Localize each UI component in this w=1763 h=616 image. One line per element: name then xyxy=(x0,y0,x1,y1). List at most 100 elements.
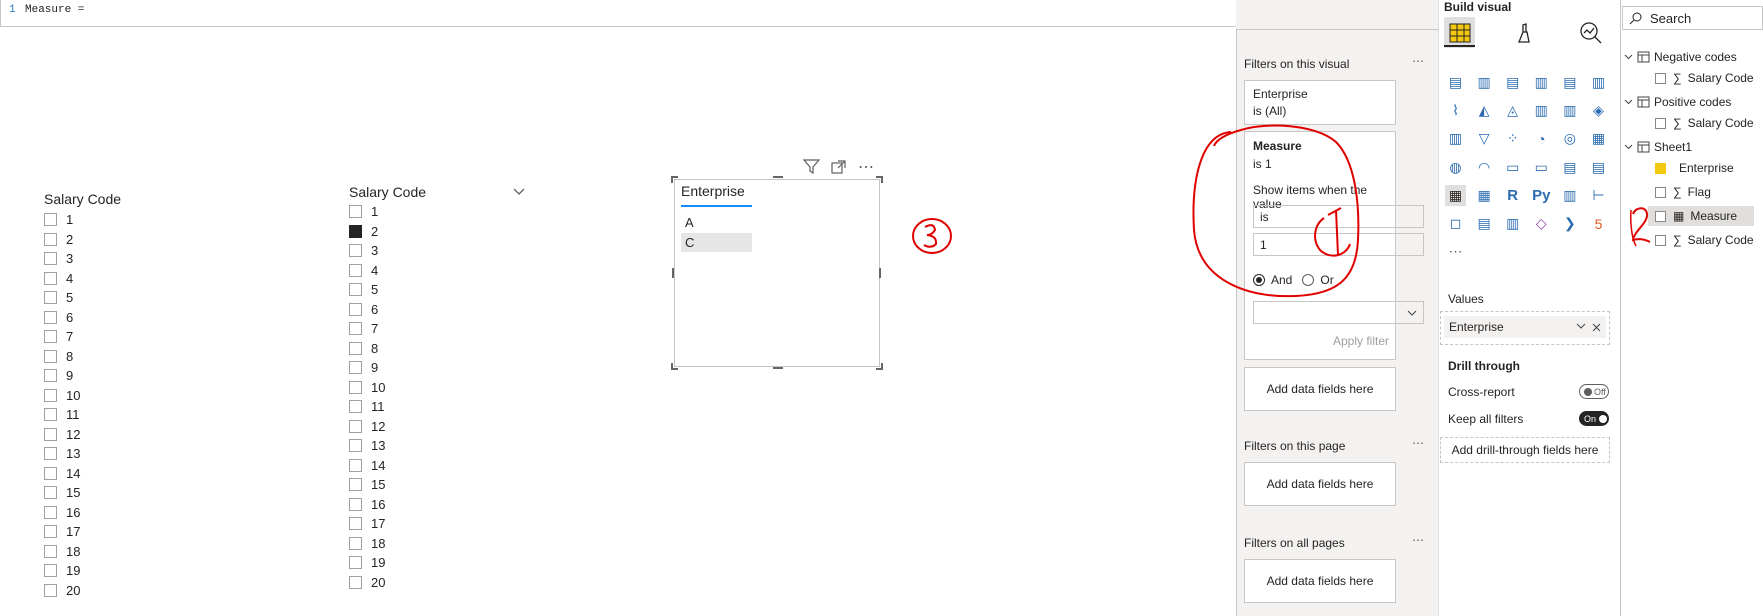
line-column-icon[interactable]: ▥ xyxy=(1531,100,1552,121)
slicer-checkbox[interactable] xyxy=(349,205,362,219)
slicer-item[interactable]: 7 xyxy=(44,327,121,347)
enterprise-filter-card[interactable]: Enterprise is (All) xyxy=(1244,80,1396,125)
funnel-icon[interactable]: ▽ xyxy=(1474,128,1495,149)
field-item[interactable]: ∑ Salary Code xyxy=(1655,68,1754,88)
slicer-item[interactable]: 9 xyxy=(349,358,525,378)
slicer-checkbox[interactable] xyxy=(44,310,57,324)
slicer-item[interactable]: 2 xyxy=(349,222,525,242)
clustered-bar-icon[interactable]: ▤ xyxy=(1502,72,1523,93)
line-icon[interactable]: ⌇ xyxy=(1445,100,1466,121)
table-node[interactable]: Positive codes xyxy=(1624,92,1731,112)
slicer-checkbox[interactable] xyxy=(349,419,362,433)
slicer-item[interactable]: 16 xyxy=(349,495,525,515)
slicer-checkbox[interactable] xyxy=(44,466,57,480)
kpi-icon[interactable]: ▤ xyxy=(1559,157,1580,178)
slicer-item[interactable]: 5 xyxy=(349,280,525,300)
slicer-item[interactable]: 15 xyxy=(349,475,525,495)
slicer-item[interactable]: 6 xyxy=(44,308,121,328)
slicer-item[interactable]: 12 xyxy=(44,425,121,445)
python-visual-icon[interactable]: Py xyxy=(1531,185,1552,206)
field-checkbox[interactable] xyxy=(1655,72,1666,84)
slicer-checkbox[interactable] xyxy=(349,224,362,238)
slicer-checkbox[interactable] xyxy=(44,252,57,266)
slicer-item[interactable]: 19 xyxy=(349,553,525,573)
slicer-item[interactable]: 4 xyxy=(44,269,121,289)
field-checkbox[interactable] xyxy=(1655,117,1666,129)
clustered-column-icon[interactable]: ▥ xyxy=(1531,72,1552,93)
slicer-checkbox[interactable] xyxy=(44,427,57,441)
slicer-item[interactable]: 7 xyxy=(349,319,525,339)
slicer-checkbox[interactable] xyxy=(349,556,362,570)
slicer-checkbox[interactable] xyxy=(44,505,57,519)
card-icon[interactable]: ▭ xyxy=(1502,157,1523,178)
slicer-checkbox[interactable] xyxy=(44,369,57,383)
slicer-checkbox[interactable] xyxy=(44,583,57,597)
table-icon[interactable]: ▦ xyxy=(1445,184,1466,206)
slicer-checkbox[interactable] xyxy=(44,271,57,285)
resize-handle[interactable] xyxy=(876,176,883,183)
slicer-item[interactable]: 2 xyxy=(44,230,121,250)
slicer-checkbox[interactable] xyxy=(349,517,362,531)
slicer-checkbox[interactable] xyxy=(349,341,362,355)
narrative-icon[interactable]: ▤ xyxy=(1474,213,1495,234)
slicer-checkbox[interactable] xyxy=(44,388,57,402)
slicer-item[interactable]: 18 xyxy=(349,534,525,554)
treemap-icon[interactable]: ▦ xyxy=(1588,128,1609,149)
field-checkbox[interactable] xyxy=(1655,210,1666,222)
gauge-icon[interactable]: ◠ xyxy=(1474,157,1495,178)
close-icon[interactable] xyxy=(1592,323,1601,332)
field-item[interactable]: ∑ Salary Code xyxy=(1655,230,1754,250)
pie-icon[interactable]: ◔ xyxy=(1531,128,1552,149)
slicer-checkbox[interactable] xyxy=(349,439,362,453)
keep-filters-toggle[interactable]: On xyxy=(1579,411,1609,426)
field-item[interactable]: ▦ Measure xyxy=(1648,206,1754,226)
slicer-checkbox[interactable] xyxy=(44,564,57,578)
slicer-checkbox[interactable] xyxy=(44,486,57,500)
r-visual-icon[interactable]: R xyxy=(1502,185,1523,206)
key-influencers-icon[interactable]: ▥ xyxy=(1559,185,1580,206)
search-box[interactable]: Search xyxy=(1622,6,1763,30)
slicer-icon[interactable]: ▤ xyxy=(1588,157,1609,178)
more-options-icon[interactable]: ⋯ xyxy=(1412,436,1425,450)
field-checkbox[interactable] xyxy=(1655,234,1666,246)
slicer-item[interactable]: 1 xyxy=(349,202,525,222)
field-item[interactable]: ∑ Flag xyxy=(1655,182,1711,202)
slicer-checkbox[interactable] xyxy=(349,400,362,414)
slicer-item[interactable]: 8 xyxy=(349,339,525,359)
slicer-checkbox[interactable] xyxy=(349,263,362,277)
resize-handle[interactable] xyxy=(879,268,881,278)
slicer-checkbox[interactable] xyxy=(349,478,362,492)
qa-icon[interactable]: ◻ xyxy=(1445,213,1466,234)
html-icon[interactable]: ⋯ xyxy=(1445,241,1466,262)
slicer-checkbox[interactable] xyxy=(44,408,57,422)
slicer-checkbox[interactable] xyxy=(44,447,57,461)
more-options-icon[interactable]: ⋯ xyxy=(858,157,875,177)
slicer-checkbox[interactable] xyxy=(44,213,57,227)
slicer-item[interactable]: 3 xyxy=(349,241,525,261)
slicer-item[interactable]: 4 xyxy=(349,261,525,281)
slicer-item[interactable]: 9 xyxy=(44,366,121,386)
waterfall-icon[interactable]: ▥ xyxy=(1445,128,1466,149)
stacked-area-icon[interactable]: ◬ xyxy=(1502,100,1523,121)
stacked-bar-icon[interactable]: ▤ xyxy=(1445,72,1466,93)
table-visual[interactable] xyxy=(674,179,880,367)
slicer-checkbox[interactable] xyxy=(44,544,57,558)
table-node[interactable]: Sheet1 xyxy=(1624,137,1692,157)
ribbon-icon[interactable]: ◈ xyxy=(1588,100,1609,121)
slicer-checkbox[interactable] xyxy=(349,322,362,336)
filter-icon[interactable] xyxy=(803,159,820,174)
multirow-card-icon[interactable]: ▭ xyxy=(1531,157,1552,178)
field-item[interactable]: ∑ Salary Code xyxy=(1655,113,1754,133)
more-options-icon[interactable]: ⋯ xyxy=(1412,54,1425,68)
slicer-item[interactable]: 14 xyxy=(349,456,525,476)
slicer-item[interactable]: 10 xyxy=(44,386,121,406)
slicer-checkbox[interactable] xyxy=(349,302,362,316)
area-icon[interactable]: ◭ xyxy=(1474,100,1495,121)
slicer-item[interactable]: 10 xyxy=(349,378,525,398)
arrow-icon[interactable]: 5 xyxy=(1588,213,1609,234)
slicer-item[interactable]: 11 xyxy=(44,405,121,425)
slicer-item[interactable]: 18 xyxy=(44,542,121,562)
slicer-checkbox[interactable] xyxy=(349,497,362,511)
slicer-item[interactable]: 17 xyxy=(44,522,121,542)
100-column-icon[interactable]: ▥ xyxy=(1588,72,1609,93)
